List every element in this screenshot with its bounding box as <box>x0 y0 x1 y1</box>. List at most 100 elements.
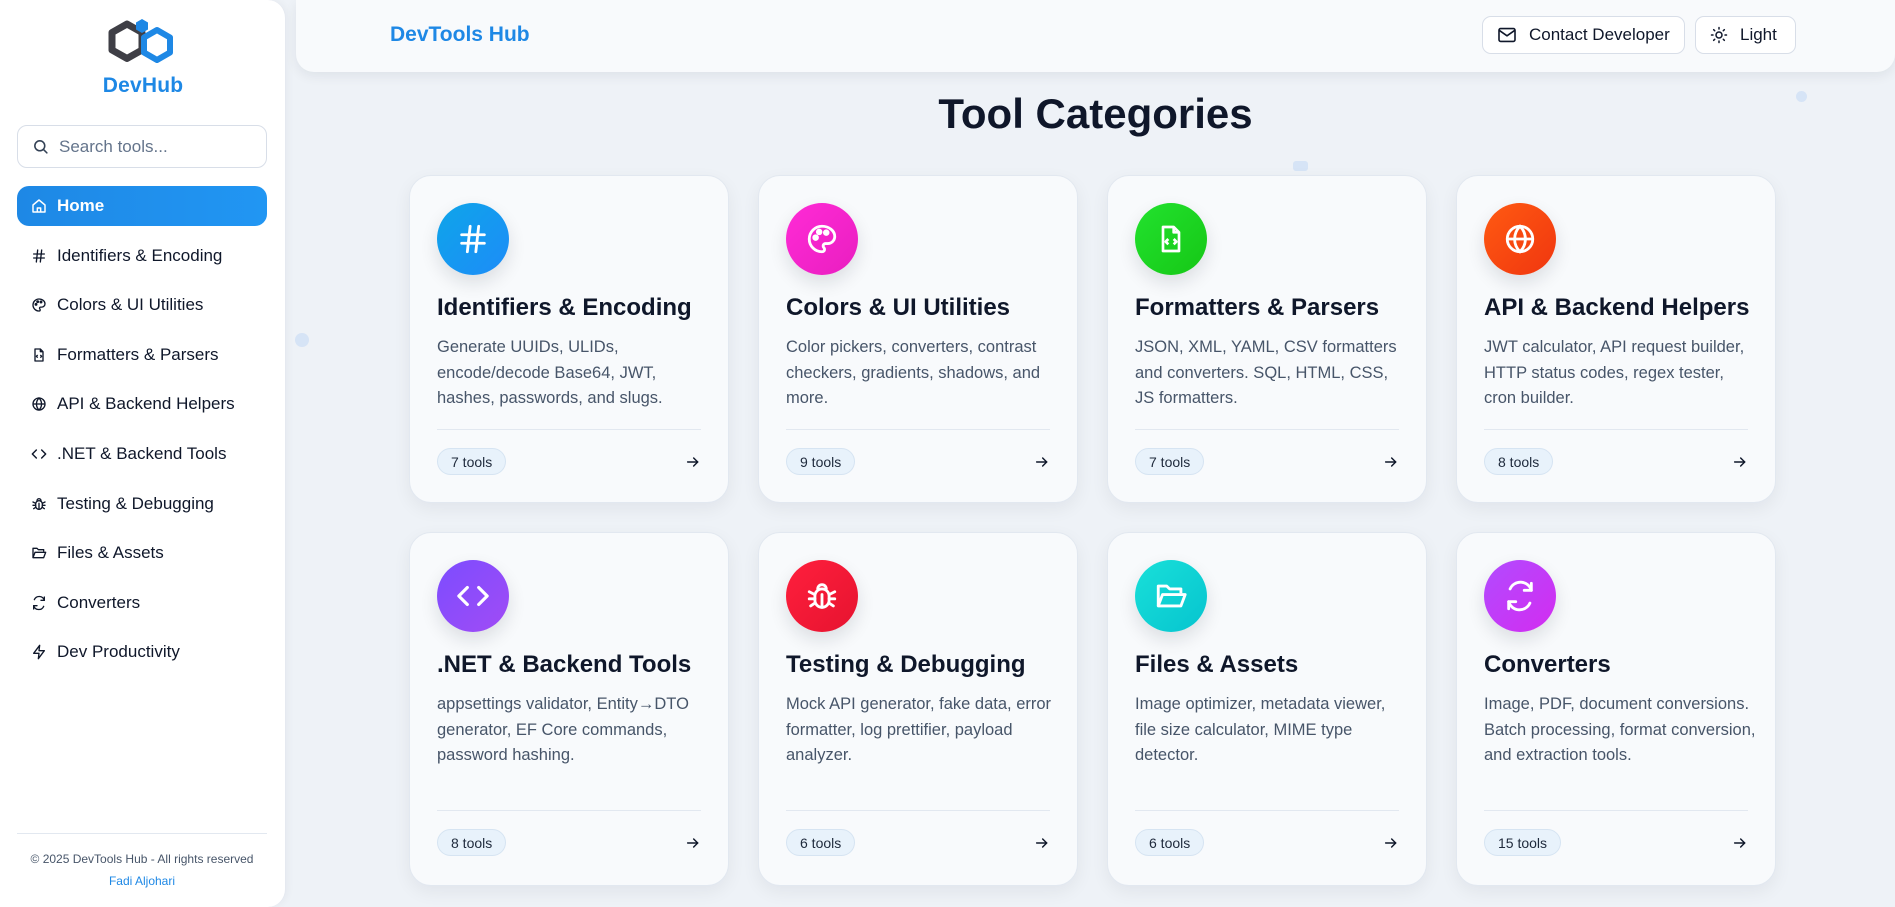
bug-icon <box>807 583 837 609</box>
hexagon-logo-icon <box>108 19 173 63</box>
arrow-right-icon[interactable] <box>1034 454 1050 475</box>
search-icon <box>34 140 48 154</box>
category-card[interactable]: Colors & UI Utilities Color pickers, conv… <box>758 175 1078 503</box>
sidebar-footer: © 2025 DevTools Hub - All rights reserve… <box>17 833 267 888</box>
author-link[interactable]: Fadi Aljohari <box>17 874 267 888</box>
card-title: API & Backend Helpers <box>1484 294 1750 321</box>
sidebar-item-home[interactable]: Home <box>17 186 267 226</box>
card-description: Generate UUIDs, ULIDs, encode/decode Bas… <box>437 338 663 407</box>
contact-developer-button[interactable]: Contact Developer <box>1482 16 1685 54</box>
card-divider <box>786 810 1050 811</box>
sidebar-item-label: Dev Productivity <box>57 642 180 662</box>
sidebar-item-label: Files & Assets <box>57 543 164 563</box>
sidebar-item-testing-debugging[interactable]: Testing & Debugging <box>17 484 267 524</box>
code-icon <box>457 585 489 607</box>
category-card[interactable]: Formatters & Parsers JSON, XML, YAML, CSV… <box>1107 175 1427 503</box>
refresh-icon <box>1507 580 1533 612</box>
sidebar-item-api-backend[interactable]: API & Backend Helpers <box>17 384 267 424</box>
arrow-right-icon[interactable] <box>685 454 701 475</box>
decor-bubble <box>295 333 309 347</box>
sidebar-item-label: API & Backend Helpers <box>57 394 235 414</box>
card-divider <box>1135 810 1399 811</box>
tool-count-badge: 7 tools <box>437 448 507 475</box>
code-icon <box>31 449 47 459</box>
card-description: JSON, XML, YAML, CSV formatters and conv… <box>1135 338 1397 407</box>
card-title: .NET & Backend Tools <box>437 651 692 678</box>
category-card[interactable]: Files & Assets Image optimizer, metadata … <box>1107 532 1427 886</box>
card-title: Testing & Debugging <box>786 651 1026 678</box>
arrow-right-icon[interactable] <box>1732 454 1748 475</box>
file-code-icon <box>34 348 44 362</box>
top-header: DevTools Hub Contact Developer Light <box>296 0 1895 72</box>
decor-bubble <box>1293 161 1308 171</box>
tool-count-badge: 15 tools <box>1484 829 1562 856</box>
category-card[interactable]: Testing & Debugging Mock API generator, f… <box>758 532 1078 886</box>
card-title: Identifiers & Encoding <box>437 294 692 321</box>
bug-category-icon <box>786 560 858 632</box>
folder-open-icon <box>1156 584 1187 608</box>
sidebar-item-dev-productivity[interactable]: Dev Productivity <box>17 632 267 672</box>
search-box[interactable] <box>17 125 267 168</box>
arrow-right-icon[interactable] <box>1383 454 1399 475</box>
card-divider <box>437 810 701 811</box>
card-description: Mock API generator, fake data, error for… <box>786 695 1052 764</box>
card-divider <box>1484 810 1748 811</box>
card-description: Image, PDF, document conversions. Batch … <box>1484 695 1756 764</box>
sidebar-item-identifiers-encoding[interactable]: Identifiers & Encoding <box>17 236 267 276</box>
tool-count-badge: 6 tools <box>786 829 856 856</box>
hash-icon <box>460 224 486 254</box>
search-input[interactable] <box>59 136 249 157</box>
sidebar-item-converters[interactable]: Converters <box>17 583 267 623</box>
card-description: JWT calculator, API request builder, HTT… <box>1484 338 1745 407</box>
tool-count-badge: 8 tools <box>437 829 507 856</box>
globe-icon <box>1505 224 1535 254</box>
sun-icon <box>1710 26 1728 44</box>
refresh-icon <box>33 595 45 610</box>
folder-open-category-icon <box>1135 560 1207 632</box>
tool-count-badge: 7 tools <box>1135 448 1205 475</box>
logo[interactable]: DevHub <box>0 18 286 98</box>
card-divider <box>1135 429 1399 430</box>
sidebar-item-label: Testing & Debugging <box>57 493 214 513</box>
code-category-icon <box>437 560 509 632</box>
category-card[interactable]: Identifiers & Encoding Generate UUIDs, UL… <box>409 175 729 503</box>
category-card[interactable]: .NET & Backend Tools appsettings validato… <box>409 532 729 886</box>
tool-count-badge: 8 tools <box>1484 448 1554 475</box>
tool-count-badge: 6 tools <box>1135 829 1205 856</box>
sidebar-nav: Home Identifiers & Encoding Colors & UI … <box>17 186 267 682</box>
card-title: Files & Assets <box>1135 651 1299 678</box>
sidebar: DevHub Home Identifiers & Encoding Color… <box>0 0 286 907</box>
sidebar-item-dotnet-backend[interactable]: .NET & Backend Tools <box>17 434 267 474</box>
category-card[interactable]: Converters Image, PDF, document conversio… <box>1456 532 1776 886</box>
sidebar-item-label: Identifiers & Encoding <box>57 245 223 265</box>
copyright-text: © 2025 DevTools Hub - All rights reserve… <box>30 852 254 866</box>
card-divider <box>1484 429 1748 430</box>
brand-title[interactable]: DevTools Hub <box>390 23 530 47</box>
category-card[interactable]: API & Backend Helpers JWT calculator, API… <box>1456 175 1776 503</box>
sidebar-item-label: .NET & Backend Tools <box>57 443 227 463</box>
card-description: Color pickers, converters, contrast chec… <box>786 338 1041 407</box>
globe-category-icon <box>1484 203 1556 275</box>
sidebar-item-label: Formatters & Parsers <box>57 344 219 364</box>
arrow-right-icon[interactable] <box>685 835 701 856</box>
contact-developer-label: Contact Developer <box>1529 25 1670 44</box>
arrow-right-icon[interactable] <box>1732 835 1748 856</box>
theme-toggle-button[interactable]: Light <box>1695 16 1796 54</box>
sidebar-item-colors-ui[interactable]: Colors & UI Utilities <box>17 285 267 325</box>
card-divider <box>437 429 701 430</box>
card-title: Converters <box>1484 651 1611 678</box>
card-description: appsettings validator, Entity→DTO genera… <box>437 695 689 764</box>
page-title: Tool Categories <box>938 90 1253 137</box>
theme-toggle-label: Light <box>1740 25 1777 44</box>
sidebar-item-formatters-parsers[interactable]: Formatters & Parsers <box>17 335 267 375</box>
card-divider <box>786 429 1050 430</box>
bug-icon <box>32 497 46 510</box>
palette-category-icon <box>786 203 858 275</box>
arrow-right-icon[interactable] <box>1034 835 1050 856</box>
logo-text: DevHub <box>102 74 184 97</box>
sidebar-item-files-assets[interactable]: Files & Assets <box>17 533 267 573</box>
card-title: Colors & UI Utilities <box>786 294 1011 321</box>
hash-category-icon <box>437 203 509 275</box>
arrow-right-icon[interactable] <box>1383 835 1399 856</box>
file-code-icon <box>1161 225 1181 253</box>
